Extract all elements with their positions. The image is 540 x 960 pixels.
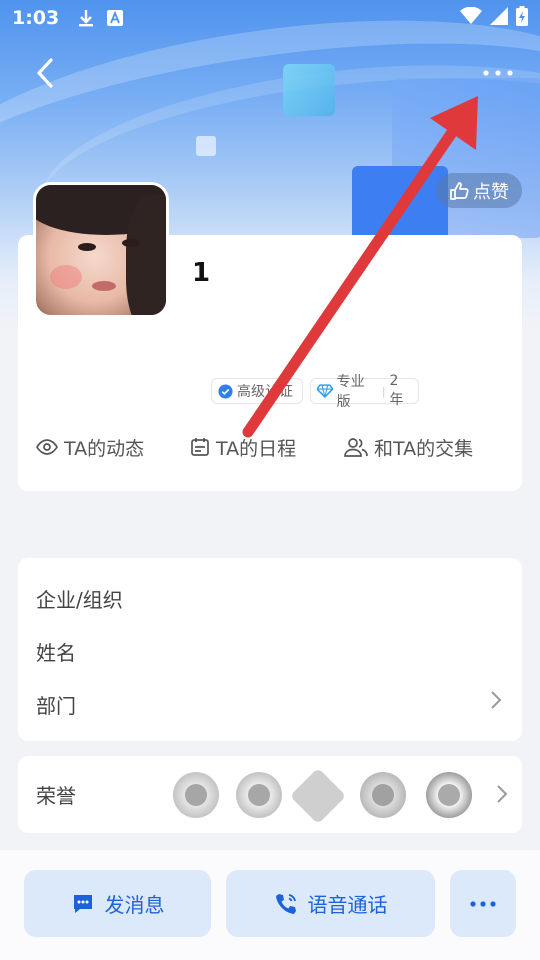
user-name: 1 [192, 258, 211, 288]
app-notification-icon [107, 10, 124, 26]
tab-label: TA的日程 [216, 437, 297, 460]
decor-block [283, 64, 335, 116]
name-row[interactable]: 姓名 [36, 637, 76, 666]
send-message-label: 发消息 [104, 893, 165, 917]
decor-block [196, 136, 216, 156]
more-options-button[interactable] [476, 58, 520, 88]
honor-label: 荣誉 [36, 784, 76, 808]
chat-bubble-icon [73, 894, 92, 913]
verification-badge[interactable]: 高级认证 [211, 378, 303, 404]
battery-icon [516, 5, 528, 31]
medal-icon[interactable] [236, 772, 282, 818]
medal-icon[interactable] [289, 767, 347, 825]
thumbs-up-icon [450, 181, 469, 200]
medal-icon[interactable] [360, 772, 406, 818]
decor-block [352, 166, 448, 246]
tab-ta-schedule[interactable]: TA的日程 [190, 432, 296, 462]
chevron-right-icon [497, 785, 508, 803]
medal-icon[interactable] [173, 772, 219, 818]
tab-label: 和TA的交集 [374, 437, 474, 460]
avatar[interactable] [33, 182, 169, 318]
calendar-icon [191, 438, 209, 456]
wifi-icon [460, 6, 482, 30]
signal-icon [490, 6, 508, 30]
voice-call-label: 语音通话 [307, 893, 388, 917]
more-actions-button[interactable] [450, 870, 516, 937]
eye-icon [36, 439, 58, 455]
more-horizontal-icon [470, 900, 496, 907]
status-bar: 1:03 [0, 0, 540, 36]
chevron-right-icon [491, 691, 502, 709]
verification-badge-label: 高级认证 [237, 384, 293, 400]
badge-separator: | [381, 384, 386, 398]
honor-card[interactable]: 荣誉 [18, 756, 522, 833]
send-message-button[interactable]: 发消息 [24, 870, 211, 937]
phone-icon [275, 893, 296, 914]
download-icon [77, 8, 95, 28]
status-time: 1:03 [12, 7, 60, 29]
like-label: 点赞 [473, 181, 509, 203]
pro-version-badge[interactable]: 专业版 | 2年 [310, 373, 419, 410]
back-button[interactable] [28, 54, 62, 92]
medal-icon[interactable] [426, 772, 472, 818]
like-button[interactable]: 点赞 [436, 173, 522, 208]
more-horizontal-icon [483, 70, 513, 76]
diamond-icon [317, 384, 333, 398]
department-row[interactable]: 部门 [36, 690, 76, 719]
people-icon [344, 438, 368, 457]
pro-version-label: 专业版 [336, 374, 365, 410]
tab-label: TA的动态 [64, 437, 145, 460]
organization-row[interactable]: 企业/组织 [36, 584, 123, 613]
tab-ta-activity[interactable]: TA的动态 [36, 432, 144, 462]
voice-call-button[interactable]: 语音通话 [226, 870, 435, 937]
tab-common-ground[interactable]: 和TA的交集 [344, 432, 473, 462]
pro-version-years: 2年 [389, 373, 404, 408]
info-card: 企业/组织 姓名 部门 [18, 558, 522, 741]
chevron-left-icon [37, 58, 53, 88]
verified-icon [218, 383, 233, 399]
